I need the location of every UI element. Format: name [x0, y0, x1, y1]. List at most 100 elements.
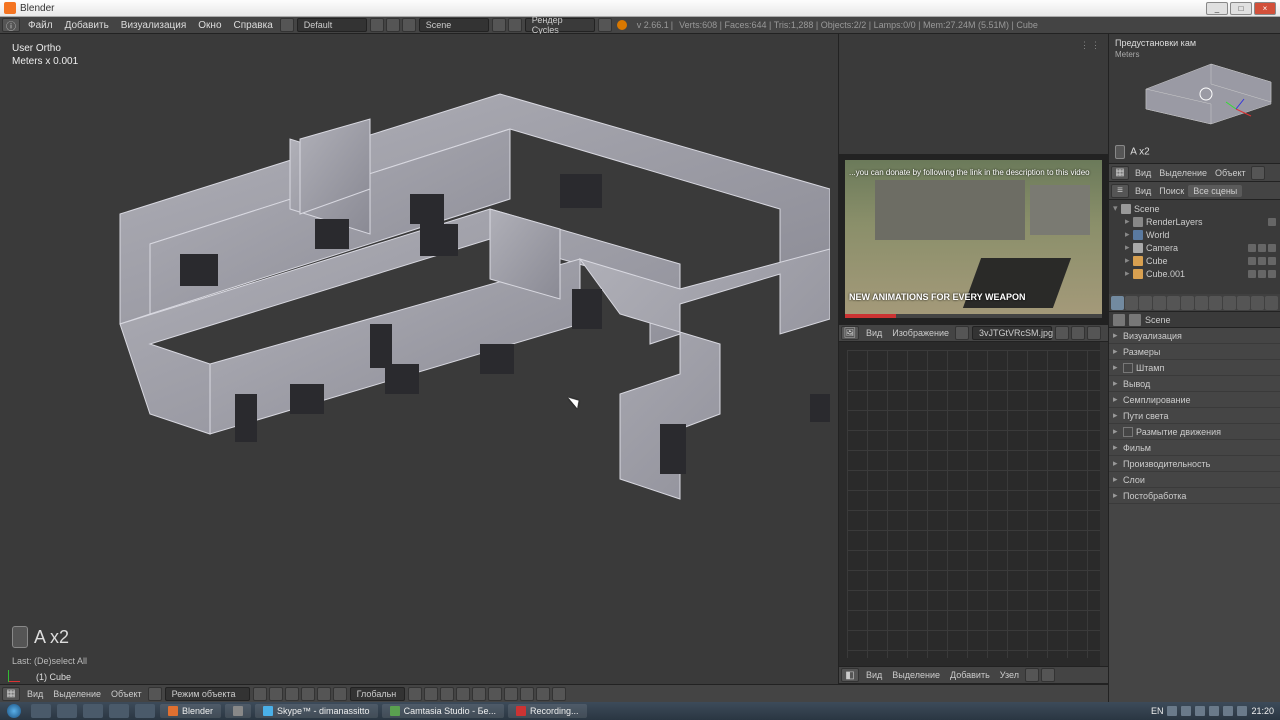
close-button[interactable]: ×	[1254, 2, 1276, 15]
prop-tab-world[interactable]	[1153, 296, 1166, 310]
layer-button-2[interactable]	[424, 687, 438, 701]
prop-tab-material[interactable]	[1223, 296, 1236, 310]
panel-dimensions[interactable]: ▸Размеры	[1109, 344, 1280, 360]
outliner-item-renderlayers[interactable]: ▸RenderLayers	[1113, 215, 1276, 228]
panel-sampling[interactable]: ▸Семплирование	[1109, 392, 1280, 408]
scene-dropdown[interactable]: Scene	[419, 18, 489, 32]
start-button[interactable]	[0, 702, 28, 720]
proportional-edit-button[interactable]	[520, 687, 534, 701]
manipulator-scale[interactable]	[333, 687, 347, 701]
uv-image-pin-button[interactable]	[1055, 326, 1069, 340]
outliner-menu-view[interactable]: Вид	[1131, 186, 1155, 196]
prop-tab-texture[interactable]	[1237, 296, 1250, 310]
uv-menu-image[interactable]: Изображение	[887, 328, 954, 338]
uv-image-add-button[interactable]	[1071, 326, 1085, 340]
scene-add-button[interactable]	[492, 18, 506, 32]
tray-network-icon[interactable]	[1209, 706, 1219, 716]
prop-tab-modifiers[interactable]	[1195, 296, 1208, 310]
outliner-item-cube[interactable]: ▸Cube	[1113, 254, 1276, 267]
menu-add[interactable]: Добавить	[59, 20, 115, 31]
object-mode-dropdown[interactable]: Режим объекта	[165, 687, 250, 701]
manipulator-toggle[interactable]	[285, 687, 299, 701]
tray-volume-icon[interactable]	[1223, 706, 1233, 716]
taskbar-app-skype[interactable]: Skype™ - dimanassitto	[255, 704, 378, 718]
outliner-menu-search[interactable]: Поиск	[1155, 186, 1188, 196]
snap-toggle[interactable]	[488, 687, 502, 701]
uv-image-name-field[interactable]: 3vJTGtVRcSM.jpg	[972, 326, 1052, 340]
windows-taskbar[interactable]: Blender Skype™ - dimanassitto Camtasia S…	[0, 702, 1280, 720]
scene-browse-button[interactable]	[402, 18, 416, 32]
prop-tab-render[interactable]	[1111, 296, 1124, 310]
manipulator-rotate[interactable]	[317, 687, 331, 701]
panel-stamp[interactable]: ▸Штамп	[1109, 360, 1280, 376]
vp-menu-view[interactable]: Вид	[22, 689, 48, 699]
tray-clock[interactable]: 21:20	[1251, 706, 1274, 716]
outliner-display-mode[interactable]: Все сцены	[1188, 185, 1242, 197]
area-options-icon[interactable]: ⋮⋮	[1080, 40, 1102, 51]
outliner-item-scene[interactable]: ▾Scene	[1113, 202, 1276, 215]
node-pin-button[interactable]	[1041, 668, 1055, 682]
snap-element-button[interactable]	[504, 687, 518, 701]
uv-menu-view[interactable]: Вид	[861, 328, 887, 338]
secondary-3d-viewport[interactable]: ⋮⋮	[839, 34, 1108, 154]
taskbar-app-blender[interactable]: Blender	[160, 704, 221, 718]
preview-mode-button[interactable]	[1251, 166, 1265, 180]
prop-tab-particles[interactable]	[1251, 296, 1264, 310]
prop-context-pin-icon[interactable]	[1113, 314, 1125, 326]
editor-type-node-icon[interactable]: ◧	[841, 668, 859, 682]
maximize-button[interactable]: □	[1230, 2, 1252, 15]
editor-type-image-icon[interactable]: 🖼	[841, 326, 859, 340]
tray-icon-2[interactable]	[1181, 706, 1191, 716]
pivot-point-button[interactable]	[269, 687, 283, 701]
properties-context-tabs[interactable]	[1109, 294, 1280, 312]
menu-file[interactable]: Файл	[22, 20, 59, 31]
3d-viewport[interactable]: User Ortho Meters x 0.001	[0, 34, 838, 684]
tray-lang-indicator[interactable]: EN	[1151, 706, 1164, 716]
taskbar-app-recording[interactable]: Recording...	[508, 704, 587, 718]
taskbar-pinned-icon-3[interactable]	[135, 704, 155, 718]
node-menu-view[interactable]: Вид	[861, 670, 887, 680]
panel-film[interactable]: ▸Фильм	[1109, 440, 1280, 456]
editor-type-outliner-icon[interactable]: ≡	[1111, 184, 1129, 198]
menu-help[interactable]: Справка	[228, 20, 279, 31]
prop-tab-data[interactable]	[1209, 296, 1222, 310]
panel-motionblur[interactable]: ▸Размытие движения	[1109, 424, 1280, 440]
menu-window[interactable]: Окно	[192, 20, 227, 31]
panel-postprocessing[interactable]: ▸Постобработка	[1109, 488, 1280, 504]
node-type-button[interactable]	[1025, 668, 1039, 682]
image-editor-area[interactable]	[839, 342, 1108, 666]
outliner-item-cube001[interactable]: ▸Cube.001	[1113, 267, 1276, 280]
outliner-item-camera[interactable]: ▸Camera	[1113, 241, 1276, 254]
tray-icon-3[interactable]	[1195, 706, 1205, 716]
reference-video-panel[interactable]: ...you can donate by following the link …	[839, 154, 1108, 324]
panel-layers[interactable]: ▸Слои	[1109, 472, 1280, 488]
tray-icon-1[interactable]	[1167, 706, 1177, 716]
back-to-previous-button[interactable]	[280, 18, 294, 32]
taskbar-pinned-icon-1[interactable]	[83, 704, 103, 718]
prop-tab-object[interactable]	[1167, 296, 1180, 310]
menu-render[interactable]: Визуализация	[115, 20, 192, 31]
mode-icon[interactable]	[148, 687, 162, 701]
editor-type-3dview2-icon[interactable]: ▦	[1111, 166, 1129, 180]
taskbar-pinned-icon-2[interactable]	[109, 704, 129, 718]
layer-button-5[interactable]	[472, 687, 486, 701]
node-menu-add[interactable]: Добавить	[945, 670, 995, 680]
vp-menu-select[interactable]: Выделение	[48, 689, 106, 699]
panel-output[interactable]: ▸Вывод	[1109, 376, 1280, 392]
preview-menu-select[interactable]: Выделение	[1155, 168, 1211, 178]
prop-tab-constraints[interactable]	[1181, 296, 1194, 310]
tray-action-center-icon[interactable]	[1237, 706, 1247, 716]
layer-button-3[interactable]	[440, 687, 454, 701]
manipulator-translate[interactable]	[301, 687, 315, 701]
prop-tab-scene[interactable]	[1139, 296, 1152, 310]
shading-mode-button[interactable]	[253, 687, 267, 701]
panel-performance[interactable]: ▸Производительность	[1109, 456, 1280, 472]
scene-delete-button[interactable]	[508, 18, 522, 32]
screen-layout-dropdown[interactable]: Default	[297, 18, 367, 32]
layout-add-button[interactable]	[370, 18, 384, 32]
editor-type-info-icon[interactable]: ⓘ	[2, 18, 20, 32]
camera-preview-viewport[interactable]: Предустановки кам Meters A x2	[1109, 34, 1280, 164]
uv-image-browse-button[interactable]	[955, 326, 969, 340]
engine-options-button[interactable]	[598, 18, 612, 32]
taskbar-app-unknown[interactable]	[225, 704, 251, 718]
